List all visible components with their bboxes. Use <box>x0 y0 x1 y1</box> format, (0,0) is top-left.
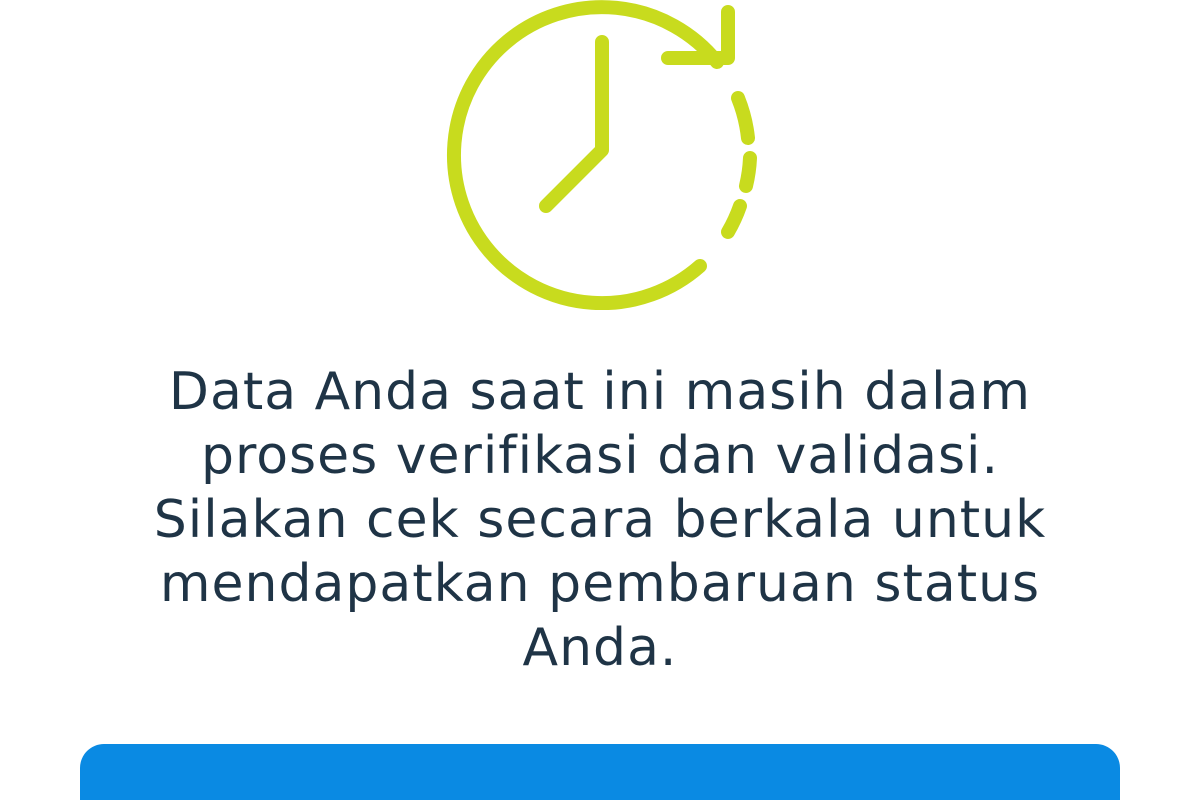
primary-action-button[interactable] <box>80 744 1120 800</box>
message-line: mendapatkan pembaruan status <box>159 554 1041 614</box>
verification-message: Data Anda saat ini masih dalam proses ve… <box>100 360 1100 680</box>
message-line: Anda. <box>522 618 678 678</box>
message-line: Silakan cek secara berkala untuk <box>153 490 1047 550</box>
message-line: Data Anda saat ini masih dalam <box>168 362 1032 422</box>
message-line: proses verifikasi dan validasi. <box>200 426 1000 486</box>
clock-refresh-icon <box>446 0 757 310</box>
verification-status-screen: Data Anda saat ini masih dalam proses ve… <box>0 0 1200 800</box>
